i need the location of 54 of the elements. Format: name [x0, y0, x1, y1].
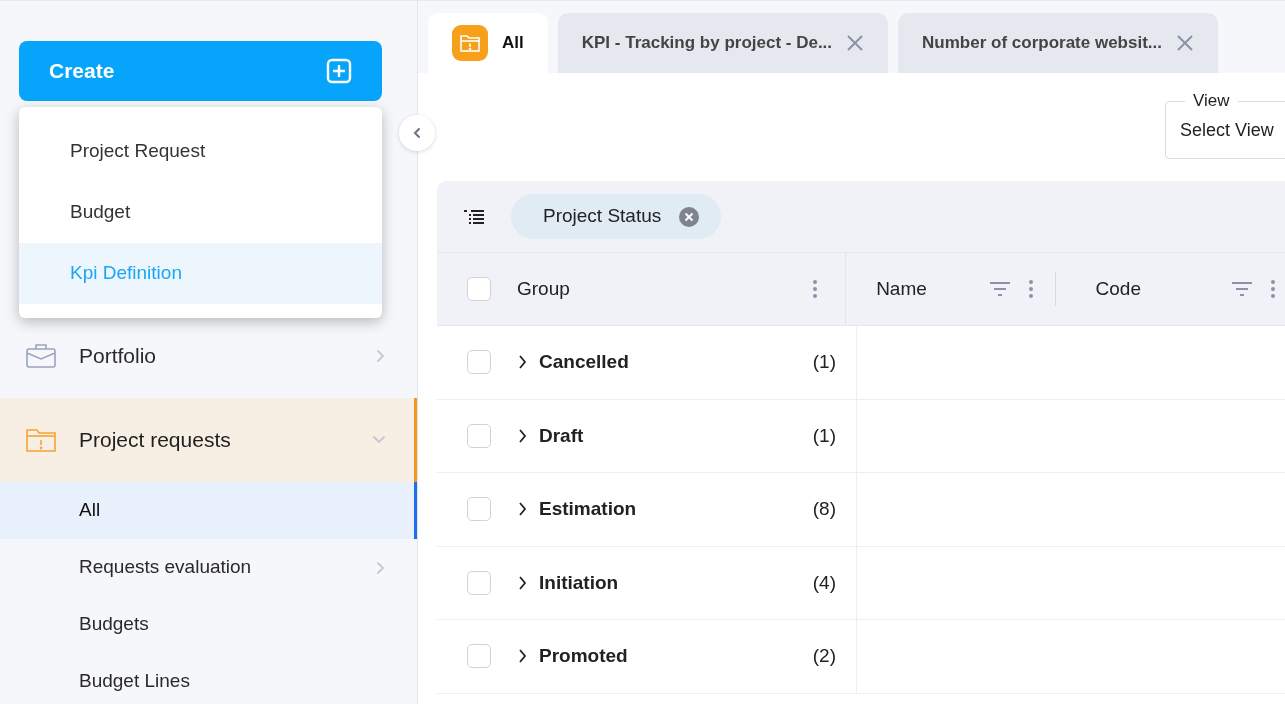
more-icon[interactable] [813, 280, 818, 298]
checkbox[interactable] [467, 350, 491, 375]
more-icon[interactable] [1271, 280, 1275, 298]
chevron-right-icon [376, 349, 386, 363]
nav-item[interactable]: Project requests [0, 398, 417, 482]
group-chip[interactable]: Project Status [511, 194, 722, 239]
nav-subitem[interactable]: Budgets [0, 596, 417, 653]
group-label: Promoted [539, 644, 629, 668]
close-icon[interactable] [1176, 34, 1194, 52]
checkbox[interactable] [467, 423, 491, 448]
filter-icon[interactable] [1231, 281, 1253, 297]
group-count: (2) [812, 644, 836, 668]
more-icon[interactable] [1028, 280, 1033, 298]
group-label: Initiation [539, 570, 620, 595]
checkbox[interactable] [467, 277, 491, 301]
chevron-right-icon[interactable] [517, 502, 529, 517]
nav-subitem[interactable]: Requests evaluation [0, 539, 417, 596]
chevron-down-icon [372, 435, 386, 445]
chevron-right-icon[interactable] [517, 575, 529, 590]
group-label: Draft [539, 423, 585, 448]
tab[interactable]: Number of corporate websit... [898, 13, 1218, 73]
remove-icon[interactable] [679, 206, 700, 227]
checkbox[interactable] [467, 644, 491, 669]
chevron-right-icon[interactable] [517, 649, 529, 664]
chevron-right-icon[interactable] [517, 428, 529, 443]
group-count: (8) [812, 497, 836, 521]
nav-subitem[interactable]: All [0, 482, 417, 539]
group-count: (1) [812, 423, 836, 448]
close-icon[interactable] [846, 34, 865, 52]
column-header[interactable]: Group [517, 274, 814, 304]
menu-item[interactable]: Project Request [19, 121, 382, 182]
chevron-right-icon[interactable] [517, 355, 529, 370]
tree-list-icon [463, 208, 485, 225]
collapse-button[interactable] [399, 115, 435, 151]
checkbox[interactable] [467, 570, 491, 595]
column-header[interactable]: Name [876, 274, 989, 304]
nav-item[interactable]: Portfolio [0, 314, 417, 398]
filter-icon[interactable] [988, 281, 1011, 297]
group-label: Estimation [539, 497, 638, 521]
chevron-left-icon [411, 127, 423, 139]
group-count: (1) [812, 350, 836, 374]
tab[interactable]: All [428, 13, 548, 73]
chevron-right-icon [376, 560, 386, 575]
briefcase-icon [25, 342, 57, 370]
column-header[interactable]: Code [1095, 274, 1231, 304]
folder-alert-icon [25, 426, 57, 454]
group-label: Cancelled [539, 350, 630, 374]
tab[interactable]: KPI - Tracking by project - De... [557, 13, 889, 73]
plus-square-icon [326, 58, 352, 84]
folder-alert-icon [452, 25, 488, 61]
menu-item[interactable]: Budget [19, 182, 382, 243]
checkbox[interactable] [467, 497, 491, 522]
nav-subitem[interactable]: Budget Lines [0, 653, 417, 704]
group-count: (4) [812, 570, 836, 595]
